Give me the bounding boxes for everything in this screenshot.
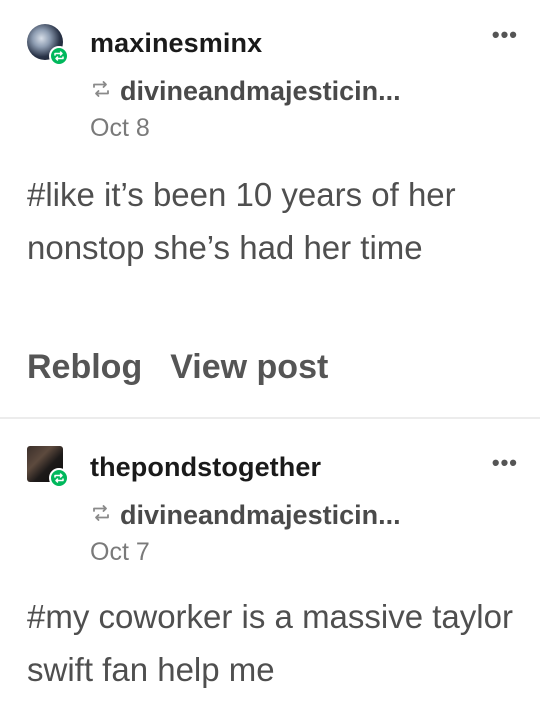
reblog-arrows-icon [90, 502, 112, 529]
reblog-badge-icon [49, 468, 69, 488]
divider [0, 417, 540, 419]
more-options-icon[interactable]: ••• [492, 24, 518, 46]
reblog-source[interactable]: divineandmajesticin... [90, 500, 401, 531]
post-card: thepondstogether ••• divineandmajesticin… [0, 420, 540, 717]
more-options-icon[interactable]: ••• [492, 452, 518, 474]
reblog-badge-icon [49, 46, 69, 66]
avatar-container[interactable] [27, 24, 69, 66]
post-tags[interactable]: #my coworker is a massive taylor swift f… [27, 590, 517, 696]
post-actions: Reblog View post [27, 348, 328, 387]
username[interactable]: thepondstogether [90, 452, 321, 483]
reblog-source[interactable]: divineandmajesticin... [90, 76, 401, 107]
source-username[interactable]: divineandmajesticin... [120, 500, 401, 531]
reblog-arrows-icon [90, 78, 112, 105]
post-date: Oct 8 [90, 114, 150, 142]
avatar-container[interactable] [27, 446, 69, 488]
post-tags[interactable]: #like it’s been 10 years of her nonstop … [27, 168, 517, 274]
username[interactable]: maxinesminx [90, 28, 262, 59]
source-username[interactable]: divineandmajesticin... [120, 76, 401, 107]
post-date: Oct 7 [90, 538, 150, 566]
post-card: maxinesminx ••• divineandmajesticin... O… [0, 0, 540, 418]
reblog-button[interactable]: Reblog [27, 348, 142, 387]
view-post-button[interactable]: View post [170, 348, 328, 387]
